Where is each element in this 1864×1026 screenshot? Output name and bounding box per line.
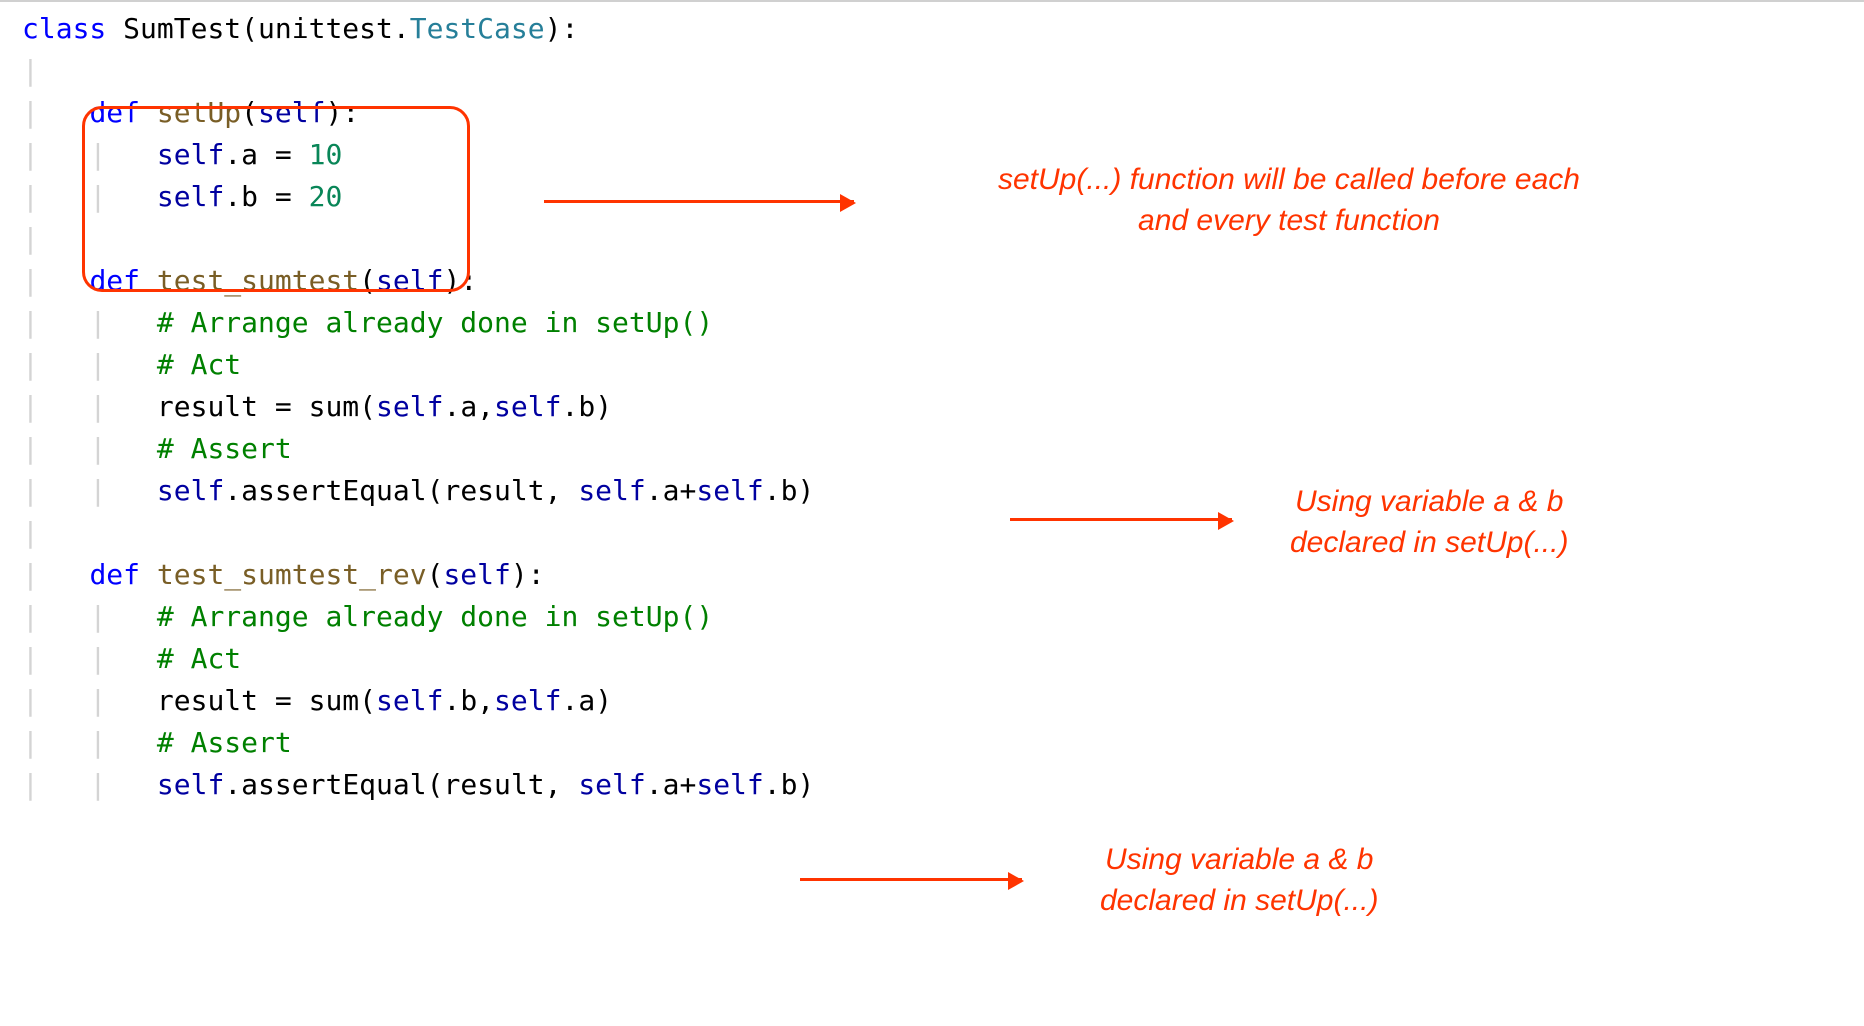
fn-test-sumtest-rev: test_sumtest_rev bbox=[157, 558, 427, 591]
indent-guide: | bbox=[89, 474, 106, 507]
arrow-icon bbox=[544, 200, 854, 203]
kw-self: self bbox=[157, 768, 224, 801]
indent-guide: | bbox=[22, 180, 39, 213]
code-text: result = sum( bbox=[157, 390, 376, 423]
indent-guide: | bbox=[22, 600, 39, 633]
annotation-line: Using variable a & b bbox=[1105, 843, 1373, 876]
annotation-line: declared in setUp(...) bbox=[1290, 526, 1568, 559]
code-text bbox=[140, 558, 157, 591]
code-text: .b) bbox=[561, 390, 612, 423]
code-text: .a) bbox=[561, 684, 612, 717]
annotation-setup: setUp(...) function will be called befor… bbox=[998, 160, 1580, 241]
indent-guide: | bbox=[89, 432, 106, 465]
indent-guide: | bbox=[89, 348, 106, 381]
code-text: .assertEqual(result, bbox=[224, 768, 578, 801]
kw-self: self bbox=[578, 768, 645, 801]
document-root: class SumTest(unittest.TestCase): | | de… bbox=[0, 0, 1864, 1026]
code-text: .b, bbox=[443, 684, 494, 717]
indent-guide: | bbox=[22, 474, 39, 507]
indent-guide: | bbox=[22, 96, 39, 129]
indent-guide: | bbox=[89, 684, 106, 717]
annotation-line: and every test function bbox=[1138, 204, 1440, 237]
code-text: .a+ bbox=[646, 474, 697, 507]
indent-guide: | bbox=[89, 768, 106, 801]
indent-guide: | bbox=[22, 684, 39, 717]
kw-self: self bbox=[157, 474, 224, 507]
annotation-line: declared in setUp(...) bbox=[1100, 884, 1378, 917]
indent-guide: | bbox=[22, 516, 39, 549]
kw-self: self bbox=[578, 474, 645, 507]
cls-name: TestCase bbox=[410, 12, 545, 45]
kw-self: self bbox=[376, 390, 443, 423]
kw-self: self bbox=[696, 768, 763, 801]
code-text: ( bbox=[427, 558, 444, 591]
annotation-vars-2: Using variable a & b declared in setUp(.… bbox=[1100, 840, 1378, 921]
indent-guide: | bbox=[22, 768, 39, 801]
highlight-box-setup bbox=[82, 106, 470, 292]
indent-guide: | bbox=[22, 432, 39, 465]
kw-self: self bbox=[494, 684, 561, 717]
indent-guide: | bbox=[22, 54, 39, 87]
arrow-icon bbox=[800, 878, 1022, 881]
code-text: . bbox=[393, 12, 410, 45]
code-text: .assertEqual(result, bbox=[224, 474, 578, 507]
indent-guide: | bbox=[22, 306, 39, 339]
kw-self: self bbox=[494, 390, 561, 423]
arrow-icon bbox=[1010, 518, 1232, 521]
kw-class: class bbox=[22, 12, 106, 45]
indent-guide: | bbox=[89, 642, 106, 675]
indent-guide: | bbox=[89, 306, 106, 339]
indent-guide: | bbox=[22, 222, 39, 255]
comment: # Arrange already done in setUp() bbox=[157, 306, 713, 339]
code-text: ): bbox=[545, 12, 579, 45]
comment: # Assert bbox=[157, 726, 292, 759]
indent-guide: | bbox=[89, 600, 106, 633]
indent-guide: | bbox=[22, 138, 39, 171]
annotation-line: setUp(...) function will be called befor… bbox=[998, 163, 1580, 196]
comment: # Assert bbox=[157, 432, 292, 465]
code-text: ): bbox=[511, 558, 545, 591]
code-text: SumTest(unittest bbox=[106, 12, 393, 45]
indent-guide: | bbox=[22, 390, 39, 423]
code-text: .b) bbox=[764, 474, 815, 507]
indent-guide: | bbox=[89, 726, 106, 759]
indent-guide: | bbox=[22, 726, 39, 759]
code-text: .a, bbox=[443, 390, 494, 423]
code-text: .a+ bbox=[646, 768, 697, 801]
code-text: result = sum( bbox=[157, 684, 376, 717]
code-text: .b) bbox=[764, 768, 815, 801]
indent-guide: | bbox=[22, 642, 39, 675]
comment: # Arrange already done in setUp() bbox=[157, 600, 713, 633]
indent-guide: | bbox=[89, 390, 106, 423]
kw-self: self bbox=[376, 684, 443, 717]
comment: # Act bbox=[157, 642, 241, 675]
comment: # Act bbox=[157, 348, 241, 381]
indent-guide: | bbox=[22, 264, 39, 297]
kw-self: self bbox=[696, 474, 763, 507]
kw-self: self bbox=[443, 558, 510, 591]
kw-def: def bbox=[89, 558, 140, 591]
indent-guide: | bbox=[22, 348, 39, 381]
indent-guide: | bbox=[22, 558, 39, 591]
annotation-vars-1: Using variable a & b declared in setUp(.… bbox=[1290, 482, 1568, 563]
annotation-line: Using variable a & b bbox=[1295, 485, 1563, 518]
